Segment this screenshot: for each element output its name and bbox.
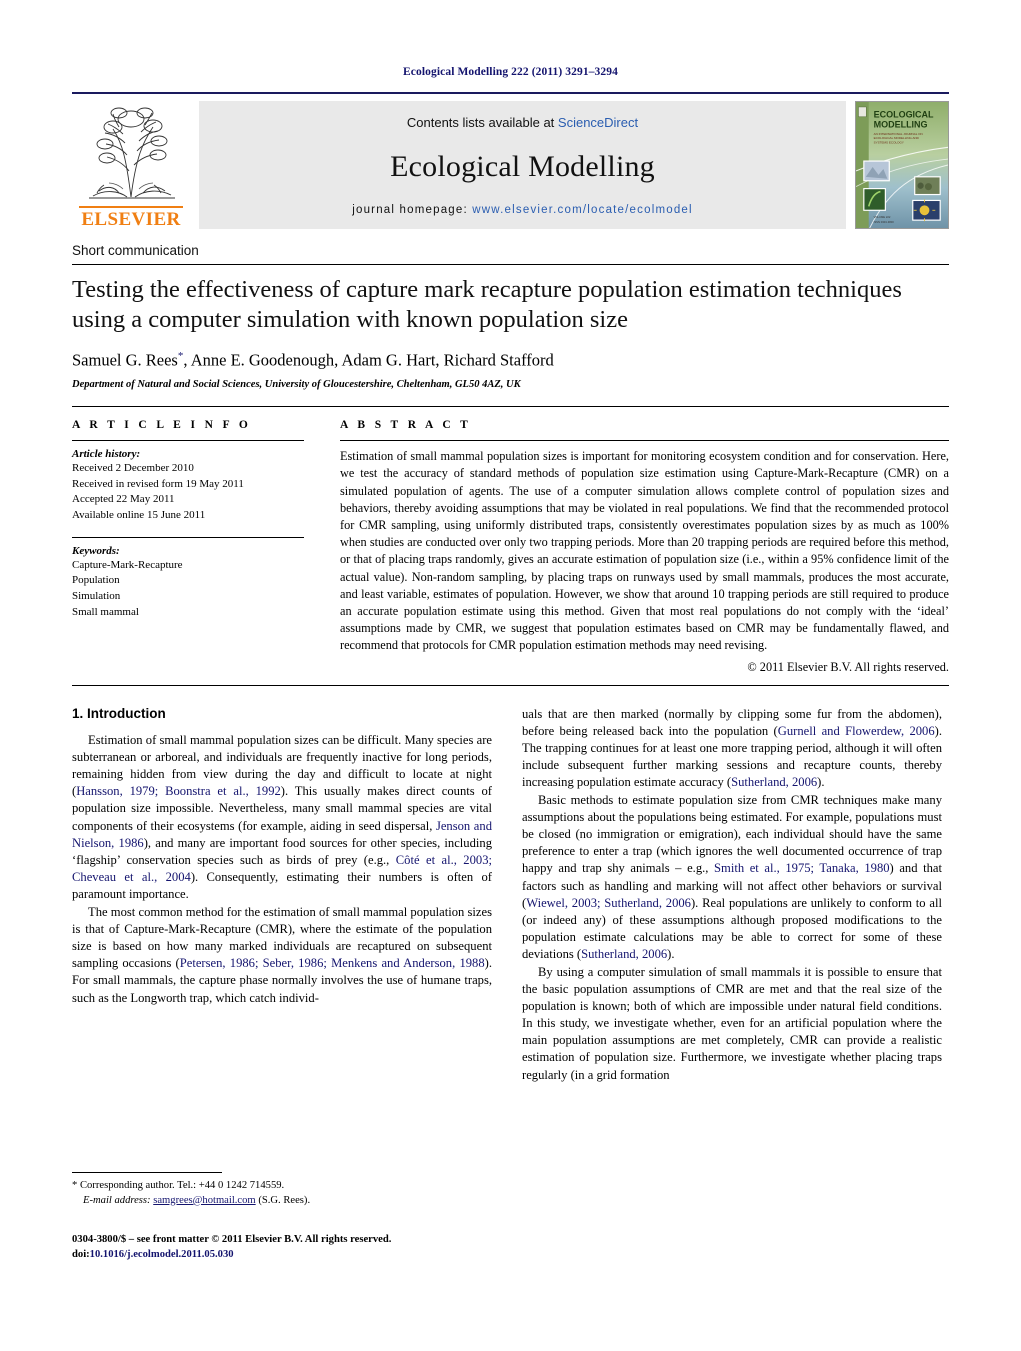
- corresponding-author-note: * Corresponding author. Tel.: +44 0 1242…: [72, 1179, 492, 1194]
- footnote-rule: [72, 1172, 222, 1173]
- journal-cover-thumbnail[interactable]: ECOLOGICAL MODELLING AN INTERNATIONAL JO…: [855, 101, 949, 229]
- masthead-wrapper: ELSEVIER Contents lists available at Sci…: [72, 92, 949, 229]
- paragraph-text: ).: [667, 947, 675, 962]
- article-info-heading: A R T I C L E I N F O: [72, 419, 252, 432]
- email-label: E-mail address:: [83, 1194, 151, 1206]
- svg-text:MODELLING: MODELLING: [874, 120, 928, 130]
- abstract-copyright: © 2011 Elsevier B.V. All rights reserved…: [747, 659, 949, 674]
- keywords-rule: [72, 536, 304, 538]
- svg-text:SYSTEMS ECOLOGY: SYSTEMS ECOLOGY: [874, 140, 904, 144]
- citation-link[interactable]: Sutherland, 2006: [581, 947, 667, 961]
- author-affiliation: Department of Natural and Social Science…: [72, 379, 521, 391]
- keyword-item: Simulation: [72, 589, 121, 602]
- author-first: Samuel G. Rees: [72, 350, 178, 370]
- svg-text:ISSN 0304-3800: ISSN 0304-3800: [874, 220, 895, 224]
- elsevier-wordmark: ELSEVIER: [79, 206, 183, 229]
- citation-link[interactable]: Hansson, 1979; Boonstra et al., 1992: [76, 784, 281, 798]
- masthead: ELSEVIER Contents lists available at Sci…: [72, 101, 949, 229]
- journal-title: Ecological Modelling: [390, 150, 655, 183]
- citation-link[interactable]: Smith et al., 1975; Tanaka, 1980: [714, 861, 890, 875]
- masthead-center-band: Contents lists available at ScienceDirec…: [199, 101, 846, 229]
- cover-art-icon: ECOLOGICAL MODELLING AN INTERNATIONAL JO…: [856, 102, 948, 228]
- homepage-url-link[interactable]: www.elsevier.com/locate/ecolmodel: [472, 204, 692, 216]
- page-title: Testing the effectiveness of capture mar…: [72, 276, 902, 334]
- doi-label: doi:: [72, 1249, 90, 1261]
- body-two-columns: 1. Introduction Estimation of small mamm…: [72, 706, 949, 1176]
- paragraph: uals that are then marked (normally by c…: [522, 706, 942, 792]
- article-type-rule: [72, 264, 949, 265]
- contents-available-line: Contents lists available at ScienceDirec…: [407, 115, 638, 130]
- article-type-label: Short communication: [72, 243, 199, 258]
- imprint-block: 0304-3800/$ – see front matter © 2011 El…: [72, 1232, 512, 1263]
- abstract-heading: A B S T R A C T: [340, 419, 472, 432]
- paragraph-text: ).: [817, 775, 825, 790]
- email-suffix: (S.G. Rees).: [255, 1194, 311, 1206]
- running-head: Ecological Modelling 222 (2011) 3291–329…: [403, 66, 618, 78]
- masthead-top-rule: [72, 92, 949, 94]
- history-item: Received 2 December 2010: [72, 462, 194, 475]
- citation-link[interactable]: Sutherland, 2006: [731, 775, 817, 789]
- article-header: Short communication Testing the effectiv…: [72, 229, 949, 390]
- abstract-text: Estimation of small mammal population si…: [340, 449, 949, 653]
- author-list: Samuel G. Rees*, Anne E. Goodenough, Ada…: [72, 350, 949, 371]
- history-item: Accepted 22 May 2011: [72, 493, 175, 506]
- contents-prefix: Contents lists available at: [406, 115, 558, 130]
- issn-front-matter-line: 0304-3800/$ – see front matter © 2011 El…: [72, 1234, 392, 1245]
- abstract-rule: [340, 440, 949, 442]
- citation-link[interactable]: Wiewel, 2003; Sutherland, 2006: [526, 896, 691, 910]
- email-note: E-mail address: samgrees@hotmail.com (S.…: [72, 1194, 492, 1209]
- citation-link[interactable]: Gurnell and Flowerdew, 2006: [778, 724, 935, 738]
- body-column-left: 1. Introduction Estimation of small mamm…: [72, 706, 492, 1176]
- article-history-label: Article history:: [72, 448, 141, 461]
- doi-link[interactable]: 10.1016/j.ecolmodel.2011.05.030: [90, 1249, 234, 1260]
- section-heading-introduction: 1. Introduction: [72, 705, 166, 721]
- keyword-item: Small mammal: [72, 605, 139, 618]
- svg-text:VOLUME 222: VOLUME 222: [874, 215, 891, 219]
- corresponding-author-text: Corresponding author. Tel.: +44 0 1242 7…: [77, 1180, 285, 1191]
- footnote-block: * Corresponding author. Tel.: +44 0 1242…: [72, 1172, 492, 1208]
- journal-article-page: Ecological Modelling 222 (2011) 3291–329…: [0, 0, 1021, 1351]
- paragraph: The most common method for the estimatio…: [72, 904, 492, 1007]
- elsevier-tree-icon: [89, 107, 175, 199]
- paragraph: By using a computer simulation of small …: [522, 964, 942, 1082]
- author-rest: , Anne E. Goodenough, Adam G. Hart, Rich…: [183, 350, 554, 370]
- body-column-right: uals that are then marked (normally by c…: [522, 706, 942, 1176]
- elsevier-logo: ELSEVIER: [72, 101, 190, 229]
- homepage-prefix: journal homepage:: [352, 204, 473, 216]
- article-info-rule: [72, 440, 304, 442]
- sciencedirect-link[interactable]: ScienceDirect: [558, 115, 638, 130]
- history-item: Available online 15 June 2011: [72, 509, 206, 522]
- paragraph: Basic methods to estimate population siz…: [522, 792, 942, 964]
- keyword-item: Capture-Mark-Recapture: [72, 558, 183, 571]
- info-abstract-block: A R T I C L E I N F O Article history: R…: [72, 406, 949, 686]
- history-item: Received in revised form 19 May 2011: [72, 477, 244, 490]
- paragraph: Estimation of small mammal population si…: [72, 732, 492, 904]
- keyword-item: Population: [72, 574, 120, 587]
- email-link[interactable]: samgrees@hotmail.com: [153, 1195, 255, 1206]
- citation-link[interactable]: Petersen, 1986; Seber, 1986; Menkens and…: [180, 956, 485, 970]
- article-info-column: A R T I C L E I N F O Article history: R…: [72, 419, 304, 674]
- abstract-column: A B S T R A C T Estimation of small mamm…: [340, 419, 949, 674]
- journal-homepage-line: journal homepage: www.elsevier.com/locat…: [352, 204, 693, 216]
- doi-line: doi:10.1016/j.ecolmodel.2011.05.030: [72, 1247, 512, 1262]
- keywords-label: Keywords:: [72, 544, 120, 557]
- svg-text:ECOLOGICAL: ECOLOGICAL: [874, 110, 934, 120]
